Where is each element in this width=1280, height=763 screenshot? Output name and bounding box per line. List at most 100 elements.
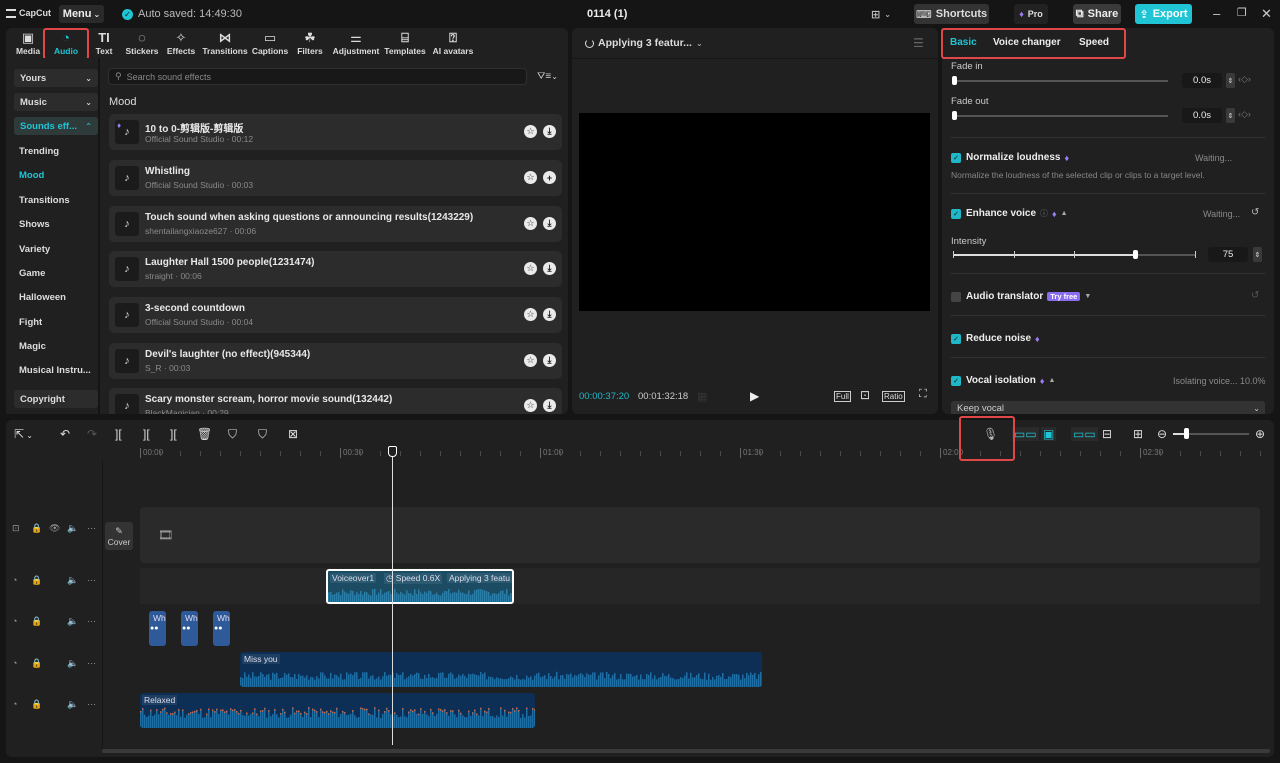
whistle-clip[interactable]: Wh ●●: [181, 611, 198, 646]
magnet-icon[interactable]: ▣: [1041, 427, 1057, 441]
close-button[interactable]: ✕: [1261, 6, 1272, 22]
fade-in-slider[interactable]: [953, 80, 1168, 82]
pro-button[interactable]: ♦ Pro: [1014, 4, 1048, 24]
intensity-stepper[interactable]: ⇕: [1253, 247, 1262, 262]
keyframe-icon[interactable]: ‹◇›: [1238, 109, 1251, 120]
nav-item-halloween[interactable]: Halloween: [19, 292, 66, 303]
minimize-button[interactable]: –: [1213, 6, 1220, 21]
reset-icon[interactable]: ↺: [1251, 207, 1259, 218]
fit-timeline-icon[interactable]: ⊞: [1133, 427, 1143, 441]
favorite-star-icon[interactable]: ☆: [524, 308, 537, 321]
reset-icon[interactable]: ↺: [1251, 290, 1259, 301]
download-icon[interactable]: ⤓: [543, 217, 556, 230]
download-icon[interactable]: ⤓: [543, 308, 556, 321]
project-title[interactable]: 0114 (1): [587, 8, 627, 20]
cover-button[interactable]: ✎ Cover: [105, 522, 133, 550]
menu-button[interactable]: Menu ⌄: [59, 5, 104, 23]
tab-voice-changer[interactable]: Voice changer: [993, 37, 1061, 48]
more-icon[interactable]: ···: [87, 523, 96, 533]
nav-item-trending[interactable]: Trending: [19, 146, 59, 157]
undo-icon[interactable]: ↶: [60, 427, 70, 441]
tool-transitions[interactable]: ⋈ Transitions: [202, 29, 247, 57]
nav-item-transitions[interactable]: Transitions: [19, 195, 70, 206]
fade-out-slider[interactable]: [953, 115, 1168, 117]
menu-icon[interactable]: ☰: [913, 36, 924, 50]
link-clip-icon[interactable]: ▭▭: [1012, 427, 1039, 441]
vocal-isolation-checkbox[interactable]: ✓: [951, 376, 961, 386]
relaxed-clip[interactable]: Relaxed: [140, 693, 535, 728]
linkage-icon[interactable]: ▭▭: [1071, 427, 1098, 441]
zoom-in-icon[interactable]: ⊕: [1255, 427, 1265, 441]
preview-axis-icon[interactable]: ⊟: [1102, 427, 1112, 441]
nav-item-fight[interactable]: Fight: [19, 317, 42, 328]
lock-icon[interactable]: 🔒: [31, 658, 42, 669]
add-icon[interactable]: +: [543, 171, 556, 184]
audio-icon[interactable]: 🔈: [67, 575, 78, 586]
freeze-frame-icon[interactable]: ⊠: [288, 427, 298, 441]
audio-translator-checkbox[interactable]: [951, 292, 961, 302]
intensity-value[interactable]: 75: [1208, 247, 1248, 262]
tool-adjustment[interactable]: ⚌ Adjustment: [333, 29, 380, 57]
favorite-star-icon[interactable]: ☆: [524, 262, 537, 275]
share-button[interactable]: ⧉ Share: [1073, 4, 1121, 24]
sound-item[interactable]: ♪ ♦ 10 to 0-剪辑版-剪辑版 Official Sound Studio ·…: [109, 114, 562, 150]
tool-captions[interactable]: ▭ Captions: [248, 29, 292, 57]
more-icon[interactable]: ···: [87, 658, 96, 668]
voiceover-clip[interactable]: Voiceover1 ◷ Speed 0.6X Applying 3 featu: [326, 569, 514, 604]
sound-item[interactable]: ♪ Touch sound when asking questions or an…: [109, 206, 562, 242]
fade-out-value[interactable]: 0.0s: [1182, 108, 1222, 123]
help-icon[interactable]: ⓘ: [1040, 208, 1048, 219]
favorite-star-icon[interactable]: ☆: [524, 354, 537, 367]
intensity-slider-thumb[interactable]: [1132, 250, 1138, 259]
miss-you-clip[interactable]: Miss you: [240, 652, 762, 687]
tool-ai-avatars[interactable]: ⍰ AI avatars: [430, 29, 476, 57]
sound-item[interactable]: ♪ Scary monster scream, horror movie soun…: [109, 388, 562, 414]
record-voiceover-icon[interactable]: 🎙: [983, 427, 998, 441]
fullscreen-icon[interactable]: ⛶: [919, 388, 927, 401]
whistle-clip[interactable]: Wh ●●: [149, 611, 166, 646]
nav-group-sound-effects[interactable]: Sounds eff... ⌃: [14, 117, 98, 135]
timeline-zoom-thumb[interactable]: [1184, 428, 1189, 439]
favorite-star-icon[interactable]: ☆: [524, 399, 537, 412]
audio-icon[interactable]: 🔈: [67, 699, 78, 710]
horizontal-scrollbar[interactable]: [102, 749, 1270, 753]
keyframe-icon[interactable]: ‹◇›: [1238, 74, 1251, 85]
playhead[interactable]: [392, 450, 393, 745]
sound-item[interactable]: ♪ Laughter Hall 1500 people(1231474) strai…: [109, 251, 562, 287]
nav-copyright[interactable]: Copyright: [14, 390, 98, 408]
nav-item-game[interactable]: Game: [19, 268, 45, 279]
lock-icon[interactable]: 🔒: [31, 616, 42, 627]
split-icon[interactable]: ][: [115, 427, 122, 441]
nav-item-mood[interactable]: Mood: [19, 170, 44, 181]
filter-button[interactable]: ⛛≡⌄: [537, 71, 558, 82]
download-icon[interactable]: ⤓: [543, 354, 556, 367]
favorite-star-icon[interactable]: ☆: [524, 125, 537, 138]
redo-icon[interactable]: ↷: [87, 427, 97, 441]
nav-group-music[interactable]: Music ⌄: [14, 93, 98, 111]
lock-icon[interactable]: 🔒: [31, 575, 42, 586]
nav-item-magic[interactable]: Magic: [19, 341, 46, 352]
tool-stickers[interactable]: ◌ Stickers: [120, 29, 164, 57]
marker-icon[interactable]: ⛉: [258, 427, 267, 442]
shortcuts-button[interactable]: ⌨ Shortcuts: [914, 4, 989, 24]
export-button[interactable]: ⇪ Export: [1135, 4, 1192, 24]
audio-icon[interactable]: 🔈: [67, 616, 78, 627]
delete-icon[interactable]: 🗑: [197, 427, 212, 441]
more-icon[interactable]: ···: [87, 699, 96, 709]
search-input[interactable]: ⚲ Search sound effects: [108, 68, 527, 85]
sound-item[interactable]: ♪ 3-second countdown Official Sound Studio…: [109, 297, 562, 333]
main-track-empty[interactable]: [140, 507, 1260, 563]
nav-item-shows[interactable]: Shows: [19, 219, 50, 230]
split-left-icon[interactable]: ][: [143, 427, 150, 441]
sound-item[interactable]: ♪ Whistling Official Sound Studio · 00:03 ☆…: [109, 160, 562, 196]
select-tool-icon[interactable]: ⇱ ⌄: [14, 427, 33, 441]
nav-group-yours[interactable]: Yours ⌄: [14, 69, 98, 87]
grid-icon[interactable]: ▦: [697, 390, 707, 403]
tool-filters[interactable]: ☘ Filters: [288, 29, 332, 57]
maximize-button[interactable]: ❐: [1237, 6, 1247, 19]
nav-item-variety[interactable]: Variety: [19, 244, 50, 255]
eye-icon[interactable]: 👁: [49, 523, 60, 534]
split-right-icon[interactable]: ][: [170, 427, 177, 441]
video-preview[interactable]: [579, 113, 930, 311]
ratio-button[interactable]: Ratio: [882, 391, 905, 402]
